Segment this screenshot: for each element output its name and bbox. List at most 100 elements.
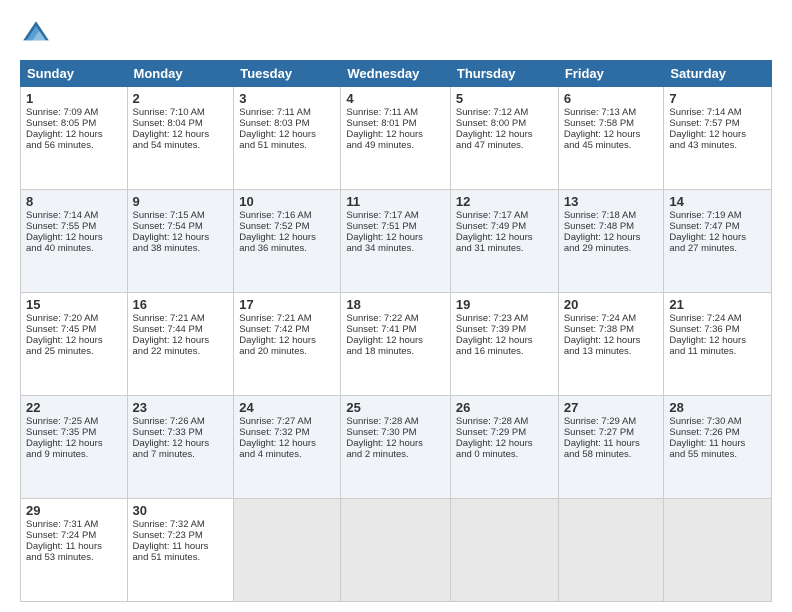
day-number: 11 — [346, 194, 445, 209]
page: SundayMondayTuesdayWednesdayThursdayFrid… — [0, 0, 792, 612]
calendar-cell: 15Sunrise: 7:20 AMSunset: 7:45 PMDayligh… — [21, 293, 128, 396]
day-info-line: Sunset: 8:05 PM — [26, 118, 122, 129]
day-info-line: Sunrise: 7:26 AM — [133, 416, 229, 427]
day-info-line: Daylight: 12 hours — [133, 335, 229, 346]
day-info-line: and 47 minutes. — [456, 140, 553, 151]
day-number: 8 — [26, 194, 122, 209]
calendar-cell: 5Sunrise: 7:12 AMSunset: 8:00 PMDaylight… — [450, 87, 558, 190]
day-number: 6 — [564, 91, 659, 106]
day-info-line: Daylight: 11 hours — [564, 438, 659, 449]
calendar-cell: 6Sunrise: 7:13 AMSunset: 7:58 PMDaylight… — [558, 87, 664, 190]
day-info-line: Daylight: 12 hours — [239, 129, 335, 140]
day-info-line: Sunrise: 7:29 AM — [564, 416, 659, 427]
day-info-line: Sunrise: 7:12 AM — [456, 107, 553, 118]
day-info-line: Sunrise: 7:11 AM — [239, 107, 335, 118]
day-number: 12 — [456, 194, 553, 209]
day-info-line: Sunset: 7:41 PM — [346, 324, 445, 335]
day-info-line: Sunset: 7:44 PM — [133, 324, 229, 335]
day-info-line: and 55 minutes. — [669, 449, 766, 460]
day-number: 5 — [456, 91, 553, 106]
day-info-line: Sunset: 8:04 PM — [133, 118, 229, 129]
calendar-cell — [664, 499, 772, 602]
day-info-line: Sunrise: 7:23 AM — [456, 313, 553, 324]
weekday-friday: Friday — [558, 61, 664, 87]
day-info-line: Sunset: 7:26 PM — [669, 427, 766, 438]
day-info-line: Sunset: 7:39 PM — [456, 324, 553, 335]
calendar-cell: 20Sunrise: 7:24 AMSunset: 7:38 PMDayligh… — [558, 293, 664, 396]
calendar-cell: 25Sunrise: 7:28 AMSunset: 7:30 PMDayligh… — [341, 396, 451, 499]
weekday-sunday: Sunday — [21, 61, 128, 87]
day-info-line: Daylight: 12 hours — [239, 232, 335, 243]
calendar-cell — [558, 499, 664, 602]
day-info-line: and 4 minutes. — [239, 449, 335, 460]
day-info-line: Sunrise: 7:22 AM — [346, 313, 445, 324]
day-info-line: and 38 minutes. — [133, 243, 229, 254]
calendar-cell: 13Sunrise: 7:18 AMSunset: 7:48 PMDayligh… — [558, 190, 664, 293]
day-info-line: Daylight: 12 hours — [564, 232, 659, 243]
day-info-line: Sunset: 7:27 PM — [564, 427, 659, 438]
day-info-line: and 36 minutes. — [239, 243, 335, 254]
day-info-line: Daylight: 12 hours — [346, 335, 445, 346]
calendar-cell: 2Sunrise: 7:10 AMSunset: 8:04 PMDaylight… — [127, 87, 234, 190]
calendar-cell: 17Sunrise: 7:21 AMSunset: 7:42 PMDayligh… — [234, 293, 341, 396]
day-info-line: Sunrise: 7:15 AM — [133, 210, 229, 221]
header — [20, 18, 772, 50]
day-info-line: Daylight: 11 hours — [669, 438, 766, 449]
calendar-cell: 10Sunrise: 7:16 AMSunset: 7:52 PMDayligh… — [234, 190, 341, 293]
day-number: 22 — [26, 400, 122, 415]
day-number: 25 — [346, 400, 445, 415]
weekday-tuesday: Tuesday — [234, 61, 341, 87]
calendar-cell: 19Sunrise: 7:23 AMSunset: 7:39 PMDayligh… — [450, 293, 558, 396]
day-number: 14 — [669, 194, 766, 209]
calendar-cell: 4Sunrise: 7:11 AMSunset: 8:01 PMDaylight… — [341, 87, 451, 190]
day-info-line: and 9 minutes. — [26, 449, 122, 460]
day-info-line: Sunrise: 7:28 AM — [346, 416, 445, 427]
day-info-line: Sunset: 7:24 PM — [26, 530, 122, 541]
day-number: 24 — [239, 400, 335, 415]
calendar-cell: 14Sunrise: 7:19 AMSunset: 7:47 PMDayligh… — [664, 190, 772, 293]
day-number: 20 — [564, 297, 659, 312]
day-info-line: and 43 minutes. — [669, 140, 766, 151]
day-info-line: Sunset: 8:03 PM — [239, 118, 335, 129]
weekday-thursday: Thursday — [450, 61, 558, 87]
logo-icon — [20, 18, 52, 50]
day-info-line: and 27 minutes. — [669, 243, 766, 254]
calendar-cell: 12Sunrise: 7:17 AMSunset: 7:49 PMDayligh… — [450, 190, 558, 293]
day-info-line: and 7 minutes. — [133, 449, 229, 460]
day-info-line: Daylight: 12 hours — [456, 335, 553, 346]
day-info-line: Sunset: 7:57 PM — [669, 118, 766, 129]
weekday-monday: Monday — [127, 61, 234, 87]
day-info-line: and 18 minutes. — [346, 346, 445, 357]
day-number: 28 — [669, 400, 766, 415]
calendar-cell: 30Sunrise: 7:32 AMSunset: 7:23 PMDayligh… — [127, 499, 234, 602]
day-info-line: Daylight: 12 hours — [133, 129, 229, 140]
day-number: 9 — [133, 194, 229, 209]
day-info-line: Sunrise: 7:14 AM — [669, 107, 766, 118]
calendar-cell: 28Sunrise: 7:30 AMSunset: 7:26 PMDayligh… — [664, 396, 772, 499]
calendar-cell — [234, 499, 341, 602]
day-info-line: and 29 minutes. — [564, 243, 659, 254]
day-info-line: and 54 minutes. — [133, 140, 229, 151]
day-info-line: Sunset: 7:38 PM — [564, 324, 659, 335]
day-number: 10 — [239, 194, 335, 209]
calendar-cell: 3Sunrise: 7:11 AMSunset: 8:03 PMDaylight… — [234, 87, 341, 190]
day-info-line: Sunset: 8:01 PM — [346, 118, 445, 129]
day-info-line: Daylight: 11 hours — [133, 541, 229, 552]
day-info-line: and 53 minutes. — [26, 552, 122, 563]
day-info-line: Daylight: 12 hours — [133, 232, 229, 243]
calendar-cell: 8Sunrise: 7:14 AMSunset: 7:55 PMDaylight… — [21, 190, 128, 293]
calendar-cell — [341, 499, 451, 602]
day-info-line: and 0 minutes. — [456, 449, 553, 460]
calendar-cell: 23Sunrise: 7:26 AMSunset: 7:33 PMDayligh… — [127, 396, 234, 499]
day-info-line: Sunset: 7:49 PM — [456, 221, 553, 232]
day-info-line: Sunrise: 7:14 AM — [26, 210, 122, 221]
weekday-saturday: Saturday — [664, 61, 772, 87]
day-info-line: Daylight: 12 hours — [456, 129, 553, 140]
day-info-line: Sunrise: 7:32 AM — [133, 519, 229, 530]
weekday-wednesday: Wednesday — [341, 61, 451, 87]
day-number: 30 — [133, 503, 229, 518]
calendar-week-5: 29Sunrise: 7:31 AMSunset: 7:24 PMDayligh… — [21, 499, 772, 602]
day-info-line: Sunrise: 7:31 AM — [26, 519, 122, 530]
day-number: 21 — [669, 297, 766, 312]
day-number: 15 — [26, 297, 122, 312]
